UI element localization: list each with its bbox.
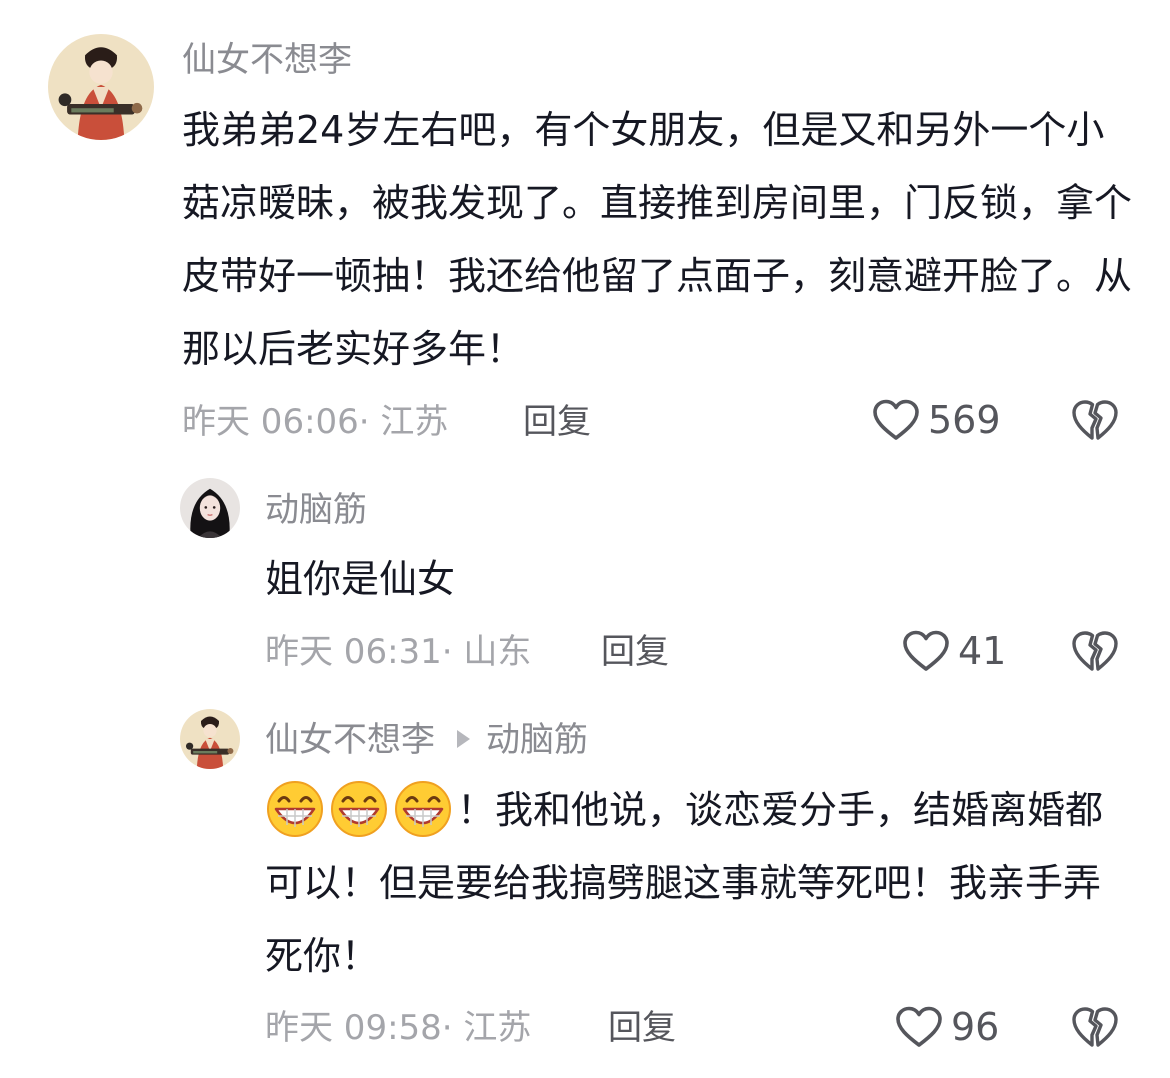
girl-portrait-avatar-icon: [180, 478, 240, 538]
reply-button[interactable]: 回复: [601, 632, 669, 672]
comment-meta: 昨天 09:58· 江苏: [265, 1008, 532, 1048]
comment-meta: 昨天 06:31· 山东: [265, 632, 532, 672]
broken-heart-icon[interactable]: [1071, 398, 1119, 442]
comment-text: ！我和他说，谈恋爱分手，结婚离婚都可以！但是要给我搞劈腿这事就等死吧！我亲手弄死…: [265, 774, 1110, 993]
username[interactable]: 仙女不想李: [182, 40, 352, 80]
like-button[interactable]: 96: [895, 1005, 999, 1049]
comment-text: 我弟弟24岁左右吧，有个女朋友，但是又和另外一个小菇凉暧昧，被我发现了。直接推到…: [182, 108, 1133, 371]
reply-button[interactable]: 回复: [608, 1008, 676, 1048]
reply-header: 仙女不想李 动脑筋: [265, 720, 588, 760]
reply-button[interactable]: 回复: [523, 402, 591, 442]
avatar[interactable]: [48, 34, 154, 140]
heart-outline-icon: [902, 629, 950, 673]
like-button[interactable]: 41: [902, 629, 1006, 673]
heart-outline-icon: [895, 1005, 943, 1049]
comment-text-content: ！我和他说，谈恋爱分手，结婚离婚都可以！但是要给我搞劈腿这事就等死吧！我亲手弄死…: [265, 788, 1104, 978]
heart-outline-icon: [872, 398, 920, 442]
avatar[interactable]: [180, 709, 240, 769]
broken-heart-icon[interactable]: [1071, 629, 1119, 673]
username[interactable]: 动脑筋: [265, 490, 367, 530]
like-button[interactable]: 569: [872, 398, 1001, 442]
reply-to-username[interactable]: 动脑筋: [486, 720, 588, 760]
broken-heart-icon[interactable]: [1071, 1005, 1119, 1049]
comment-text: 姐你是仙女: [265, 557, 456, 601]
reply-arrow-icon: [457, 729, 470, 748]
ancient-lady-painting-avatar-icon: [180, 709, 240, 769]
grin-emoji-icon: [329, 779, 389, 839]
like-count: 96: [951, 1005, 1000, 1049]
grin-emoji-icon: [393, 779, 453, 839]
avatar[interactable]: [180, 478, 240, 538]
grin-emoji-icon: [265, 779, 325, 839]
username[interactable]: 仙女不想李: [265, 720, 435, 760]
comment-meta: 昨天 06:06· 江苏: [182, 402, 449, 442]
like-count: 41: [958, 629, 1007, 673]
like-count: 569: [928, 398, 1001, 442]
ancient-lady-painting-avatar-icon: [48, 34, 154, 140]
